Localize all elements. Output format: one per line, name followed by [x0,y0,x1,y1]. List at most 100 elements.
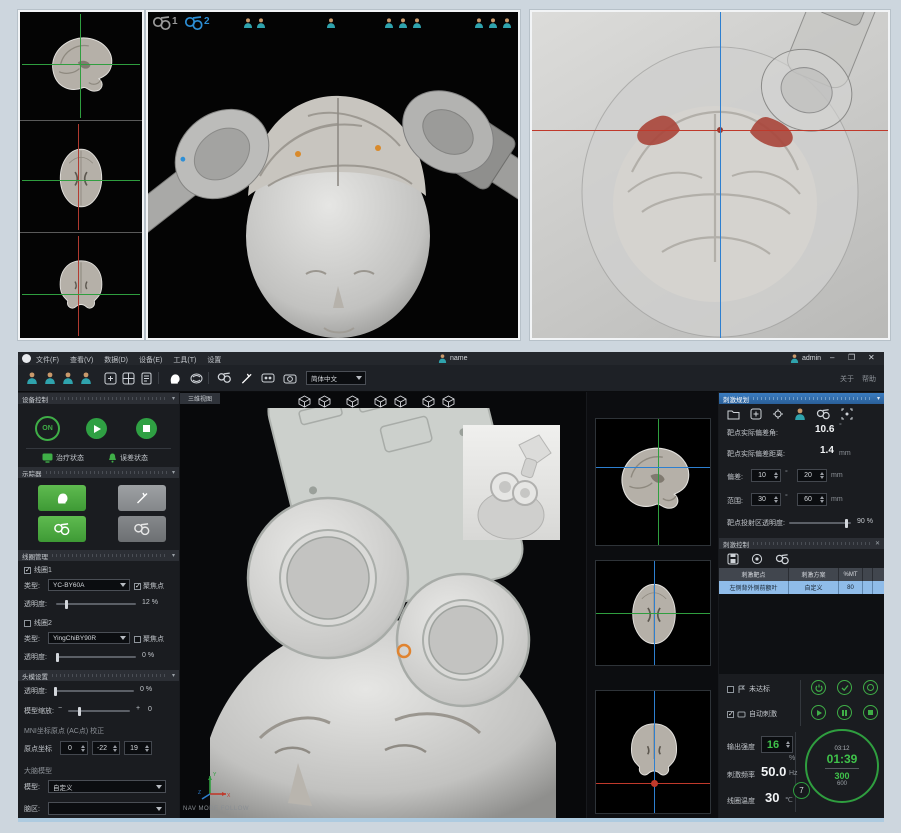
slider-handle[interactable] [54,687,57,696]
logged-in-user[interactable]: admin [790,354,821,363]
patient-list-icon[interactable] [42,370,58,386]
tracker-head-button[interactable] [38,485,86,511]
checkbox-unchecked[interactable] [24,620,31,627]
model-select[interactable]: 自定义 [48,780,166,793]
stim-pause-button[interactable] [837,705,852,720]
scale-minus-button[interactable]: − [58,705,62,712]
head-model-icon[interactable] [166,370,182,386]
language-select[interactable]: 简体中文 [306,371,366,385]
warn-angle-spinbox[interactable]: 10 [751,469,781,482]
gear-circle-icon[interactable] [751,553,763,565]
spin-up-icon[interactable] [774,496,778,499]
help-link[interactable]: 帮助 [862,374,876,384]
checkbox-unchecked[interactable] [727,686,734,693]
focus-box-icon[interactable] [841,408,853,420]
about-link[interactable]: 关于 [840,374,854,384]
range-angle-spinbox[interactable]: 30 [751,493,781,506]
target-table-row-selected[interactable]: 左侧背外侧前额叶 自定义 80 [719,581,884,594]
head-opacity-slider[interactable] [54,690,134,692]
section-device-control[interactable]: 设备控制▾ [18,393,179,404]
coil2-indicator[interactable]: 2 [184,16,210,31]
checkbox-checked[interactable] [134,583,141,590]
patient-add-icon[interactable] [24,370,40,386]
patient-export-icon[interactable] [78,370,94,386]
minimize-button[interactable]: – [830,353,834,362]
coil1-type-select[interactable]: YC-BY60A [48,579,130,591]
confirm-button[interactable] [837,680,852,695]
output-intensity-spinbox[interactable]: 16 [761,736,793,753]
spin-up-icon[interactable] [145,745,149,748]
coil1-focus[interactable]: 聚焦点 [134,581,164,591]
spin-down-icon[interactable] [786,745,790,748]
section-head-settings[interactable]: 头模设置▾ [18,670,179,681]
play-button[interactable] [86,418,107,439]
target-button[interactable] [863,680,878,695]
spin-up-icon[interactable] [113,745,117,748]
menu-file[interactable]: 文件(F) [36,355,59,365]
tracker-coil1-button[interactable] [38,516,86,542]
head-scale-slider[interactable] [68,710,130,712]
section-coil-management[interactable]: 线圈管理▾ [18,550,179,561]
camera-icon[interactable] [282,370,298,386]
spin-down-icon[interactable] [145,749,149,752]
coil2-enable[interactable]: 线圈2 [24,618,52,628]
tracker-card-icon[interactable] [260,370,276,386]
translucent-head-render[interactable] [532,12,890,340]
viewport-3d[interactable]: 三维视图 [180,392,586,818]
person-target-icon[interactable] [794,408,806,420]
registration-frame-icon[interactable] [102,370,118,386]
cube-bottom-icon[interactable] [422,395,435,408]
dual-coil-head-render[interactable] [148,36,520,338]
slider-handle[interactable] [65,600,68,609]
spin-down-icon[interactable] [820,476,824,479]
probe-tool-icon[interactable] [238,370,254,386]
cube-iso-icon[interactable] [442,395,455,408]
viewport-tab[interactable]: 三维视图 [180,393,220,404]
coil2-opacity-slider[interactable] [56,656,136,658]
add-target-icon[interactable] [750,408,762,420]
checkbox-checked[interactable] [24,567,31,574]
axial-slice-view[interactable] [595,560,711,666]
col-protocol[interactable]: 刺激方案 [789,568,839,581]
inset-orientation-view[interactable] [463,425,560,540]
folder-icon[interactable] [727,409,740,420]
cube-right-icon[interactable] [374,395,387,408]
menu-data[interactable]: 数据(D) [104,355,128,365]
spin-up-icon[interactable] [820,496,824,499]
power-on-button[interactable]: ON [35,416,60,441]
close-button[interactable]: ✕ [868,353,875,362]
spin-up-icon[interactable] [81,745,85,748]
scale-plus-button[interactable]: + [136,705,140,712]
range-dist-spinbox[interactable]: 60 [797,493,827,506]
menu-settings[interactable]: 设置 [207,355,221,365]
checkbox-unchecked[interactable] [134,636,141,643]
auto-stim-option[interactable]: 自动刺激 [727,709,777,719]
coil2-type-select[interactable]: YingChiBY90R [48,632,130,644]
cube-top-icon[interactable] [394,395,407,408]
report-icon[interactable] [138,370,154,386]
coronal-slice-view[interactable] [595,690,711,814]
coil-control-icon[interactable] [775,554,790,565]
origin-z-spinbox[interactable]: 19 [124,741,152,755]
tracker-probe-button[interactable] [118,485,166,511]
cube-front-icon[interactable] [298,395,311,408]
view-persons-group-c[interactable] [474,18,512,28]
layout-icon[interactable] [120,370,136,386]
stop-button[interactable] [136,418,157,439]
stim-stop-button[interactable] [863,705,878,720]
cube-back-icon[interactable] [318,395,331,408]
section-stimulation-planning[interactable]: 刺激规划▾ [719,393,884,404]
region-select[interactable] [48,802,166,815]
origin-y-spinbox[interactable]: -22 [92,741,120,755]
charge-on-button[interactable] [811,680,826,695]
slider-handle[interactable] [78,707,81,716]
coil1-indicator[interactable]: 1 [152,16,178,31]
coil-tool-icon[interactable] [216,370,232,386]
spin-down-icon[interactable] [820,500,824,503]
gear-icon[interactable] [772,408,784,420]
spin-down-icon[interactable] [774,500,778,503]
spin-down-icon[interactable] [81,749,85,752]
coil2-focus[interactable]: 聚焦点 [134,634,164,644]
menu-tools[interactable]: 工具(T) [173,355,196,365]
checkbox-checked[interactable] [727,711,734,718]
